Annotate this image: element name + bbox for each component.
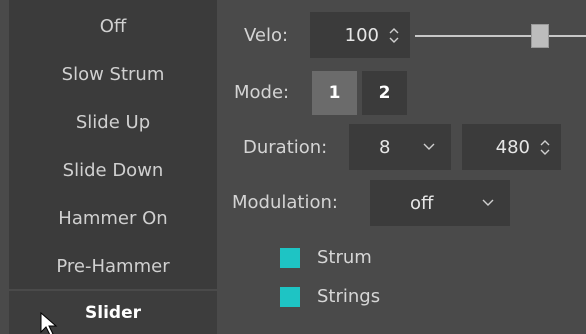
duration-label: Duration:	[243, 137, 328, 158]
strings-checkbox-label: Strings	[317, 286, 381, 307]
velo-slider-handle[interactable]	[531, 24, 549, 48]
strum-mode-list: Off Slow Strum Slide Up Slide Down Hamme…	[9, 0, 217, 289]
velo-spin-buttons[interactable]	[382, 27, 406, 44]
strum-checkbox-label: Strum	[317, 247, 372, 268]
list-item-hammer-on[interactable]: Hammer On	[9, 198, 217, 238]
modulation-select-value: off	[410, 192, 434, 214]
list-item-slide-up[interactable]: Slide Up	[9, 102, 217, 142]
list-item-off[interactable]: Off	[9, 6, 217, 46]
velo-slider-track[interactable]	[415, 35, 586, 37]
spin-up-icon[interactable]	[540, 139, 550, 146]
duration-select-value: 8	[379, 136, 391, 158]
velo-value: 100	[344, 24, 379, 46]
duration-spin-value: 480	[495, 136, 530, 158]
list-item-pre-hammer[interactable]: Pre-Hammer	[9, 246, 217, 286]
list-item-slow-strum[interactable]: Slow Strum	[9, 54, 217, 94]
list-item-slide-down[interactable]: Slide Down	[9, 150, 217, 190]
velo-spinbox[interactable]: 100	[310, 12, 410, 58]
modulation-select[interactable]: off	[370, 180, 510, 226]
spin-down-icon[interactable]	[540, 149, 550, 156]
velo-label: Velo:	[244, 25, 289, 46]
mouse-cursor-icon	[40, 312, 58, 334]
modulation-label: Modulation:	[232, 192, 338, 213]
strum-checkbox[interactable]	[280, 248, 300, 268]
mode-button-1[interactable]: 1	[312, 71, 357, 115]
duration-spinbox[interactable]: 480	[462, 124, 561, 170]
mode-button-2[interactable]: 2	[362, 71, 407, 115]
strings-checkbox[interactable]	[280, 287, 300, 307]
duration-select[interactable]: 8	[349, 124, 451, 170]
spin-down-icon[interactable]	[389, 37, 399, 44]
dropdown-arrow-icon	[423, 143, 435, 150]
spin-up-icon[interactable]	[389, 27, 399, 34]
mode-label: Mode:	[234, 82, 290, 103]
dropdown-arrow-icon	[482, 199, 494, 206]
duration-spin-buttons[interactable]	[533, 139, 557, 156]
